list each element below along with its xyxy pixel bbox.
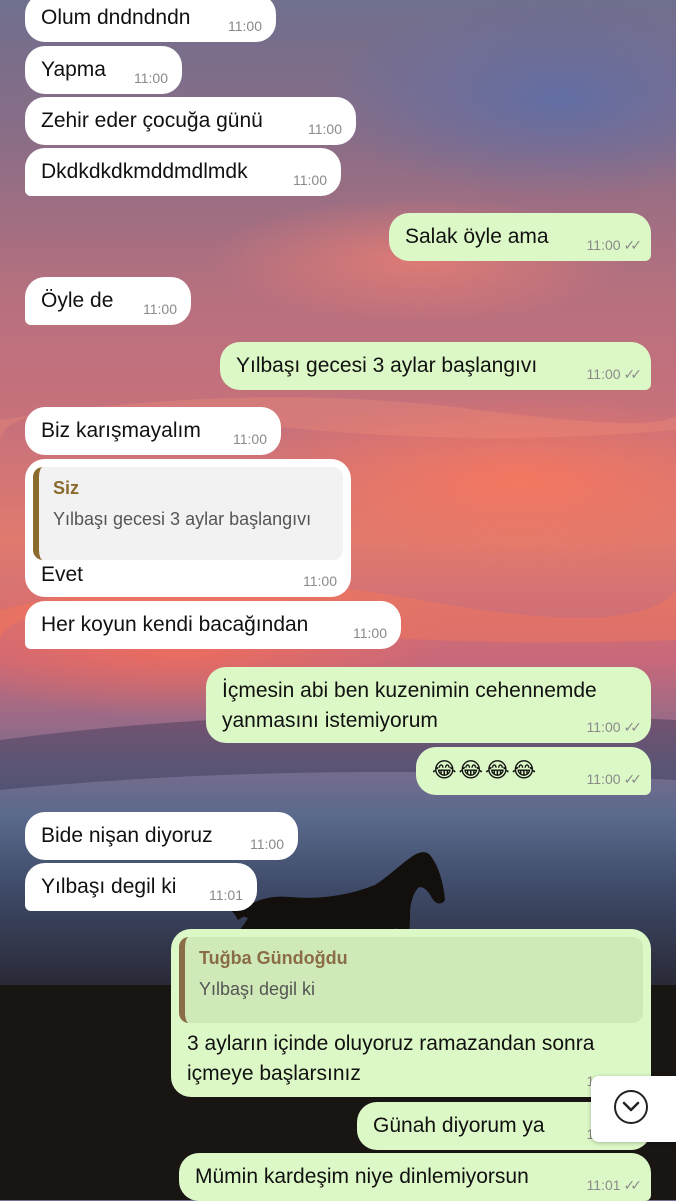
quoted-message[interactable]: Tuğba Gündoğdu Yılbaşı degil ki bbox=[179, 937, 643, 1023]
message-bubble-outgoing[interactable]: İçmesin abi ben kuzenimin cehennemde yan… bbox=[206, 667, 651, 743]
message-time: 11:01 bbox=[209, 887, 243, 903]
quoted-message[interactable]: Siz Yılbaşı gecesi 3 aylar başlangıvı bbox=[33, 467, 343, 560]
message-text: Yapma bbox=[41, 58, 106, 81]
chevron-down-circle-icon bbox=[614, 1090, 648, 1124]
message-bubble-outgoing[interactable]: 😂😂😂😂 11:00 ✓✓ bbox=[416, 747, 651, 795]
message-bubble-outgoing[interactable]: Mümin kardeşim niye dinlemiyorsun 11:01 ✓… bbox=[179, 1153, 651, 1201]
message-meta: 11:00 ✓✓ bbox=[586, 719, 643, 735]
message-bubble-incoming[interactable]: Yılbaşı degil ki 11:01 bbox=[25, 863, 257, 911]
message-meta: 11:00 ✓✓ bbox=[586, 366, 643, 382]
message-bubble-incoming[interactable]: Öyle de 11:00 bbox=[25, 277, 191, 325]
message-text: Yılbaşı degil ki bbox=[41, 875, 177, 898]
message-bubble-outgoing-reply[interactable]: Tuğba Gündoğdu Yılbaşı degil ki 3 ayları… bbox=[171, 929, 651, 1097]
message-time: 11:00 bbox=[228, 18, 262, 34]
message-text: Dkdkdkdkmddmdlmdk bbox=[41, 160, 248, 183]
message-time: 11:00 bbox=[586, 771, 621, 787]
message-bubble-incoming[interactable]: Yapma 11:00 bbox=[25, 46, 182, 94]
message-time: 11:00 bbox=[586, 366, 621, 382]
message-time: 11:01 bbox=[586, 1177, 621, 1193]
read-receipt-icon: ✓✓ bbox=[623, 1177, 643, 1193]
message-time: 11:00 bbox=[143, 301, 177, 317]
message-bubble-incoming[interactable]: Olum dndndndn 11:00 bbox=[25, 0, 276, 42]
message-text-line: 3 ayların içinde oluyoruz ramazandan son… bbox=[187, 1032, 595, 1055]
message-time: 11:00 bbox=[134, 70, 168, 86]
message-bubble-incoming[interactable]: Biz karışmayalım 11:00 bbox=[25, 407, 281, 455]
message-time: 11:00 bbox=[353, 625, 387, 641]
message-text: Her koyun kendi bacağından bbox=[41, 613, 309, 636]
message-bubble-outgoing[interactable]: Yılbaşı gecesi 3 aylar başlangıvı 11:00 ✓… bbox=[220, 342, 651, 390]
message-text: Biz karışmayalım bbox=[41, 419, 201, 442]
message-text: Salak öyle ama bbox=[405, 225, 549, 248]
quoted-text: Yılbaşı degil ki bbox=[199, 979, 316, 999]
message-text-line: içmeye başlarsınız bbox=[187, 1062, 361, 1085]
message-meta: 11:00 ✓✓ bbox=[586, 771, 643, 787]
message-bubble-outgoing[interactable]: Salak öyle ama 11:00 ✓✓ bbox=[389, 213, 651, 261]
read-receipt-icon: ✓✓ bbox=[623, 237, 643, 253]
message-bubble-incoming[interactable]: Dkdkdkdkmddmdlmdk 11:00 bbox=[25, 148, 341, 196]
message-text: 😂😂😂😂 bbox=[432, 759, 539, 782]
message-time: 11:00 bbox=[233, 431, 267, 447]
message-bubble-incoming[interactable]: Zehir eder çocuğa günü 11:00 bbox=[25, 97, 356, 145]
message-text: Öyle de bbox=[41, 289, 114, 312]
message-text-block: 3 ayların içinde oluyoruz ramazandan son… bbox=[187, 1029, 594, 1089]
read-receipt-icon: ✓✓ bbox=[623, 719, 643, 735]
message-bubble-incoming[interactable]: Bide nişan diyoruz 11:00 bbox=[25, 812, 298, 860]
message-text-line: yanmasını istemiyorum bbox=[222, 709, 438, 732]
message-time: 11:00 bbox=[250, 836, 284, 852]
message-time: 11:00 bbox=[293, 172, 327, 188]
message-text: Olum dndndndn bbox=[41, 6, 191, 29]
read-receipt-icon: ✓✓ bbox=[623, 771, 643, 787]
message-text: Bide nişan diyoruz bbox=[41, 824, 213, 847]
message-meta: 11:01✓✓ bbox=[586, 1177, 643, 1193]
message-bubble-incoming-reply[interactable]: Siz Yılbaşı gecesi 3 aylar başlangıvı Ev… bbox=[25, 459, 351, 597]
message-text: Mümin kardeşim niye dinlemiyorsun bbox=[195, 1165, 529, 1188]
message-text: Evet bbox=[41, 563, 84, 586]
read-receipt-icon: ✓✓ bbox=[623, 366, 643, 382]
message-meta: 11:00 ✓✓ bbox=[586, 237, 643, 253]
message-time: 11:00 bbox=[308, 121, 342, 137]
message-text: Yılbaşı gecesi 3 aylar başlangıvı bbox=[236, 354, 538, 377]
message-bubble-incoming[interactable]: Her koyun kendi bacağından 11:00 bbox=[25, 601, 401, 649]
message-text-line: İçmesin abi ben kuzenimin cehennemde bbox=[222, 679, 597, 702]
quoted-text: Yılbaşı gecesi 3 aylar başlangıvı bbox=[53, 509, 312, 529]
message-text: Günah diyorum ya bbox=[373, 1114, 545, 1137]
message-time: 11:00 bbox=[586, 719, 621, 735]
quoted-author: Tuğba Gündoğdu bbox=[199, 948, 348, 968]
quoted-author: Siz bbox=[53, 478, 80, 498]
message-text: Zehir eder çocuğa günü bbox=[41, 109, 263, 132]
scroll-to-bottom-button[interactable] bbox=[591, 1076, 676, 1142]
message-time: 11:00 bbox=[303, 573, 337, 589]
message-time: 11:00 bbox=[586, 237, 621, 253]
